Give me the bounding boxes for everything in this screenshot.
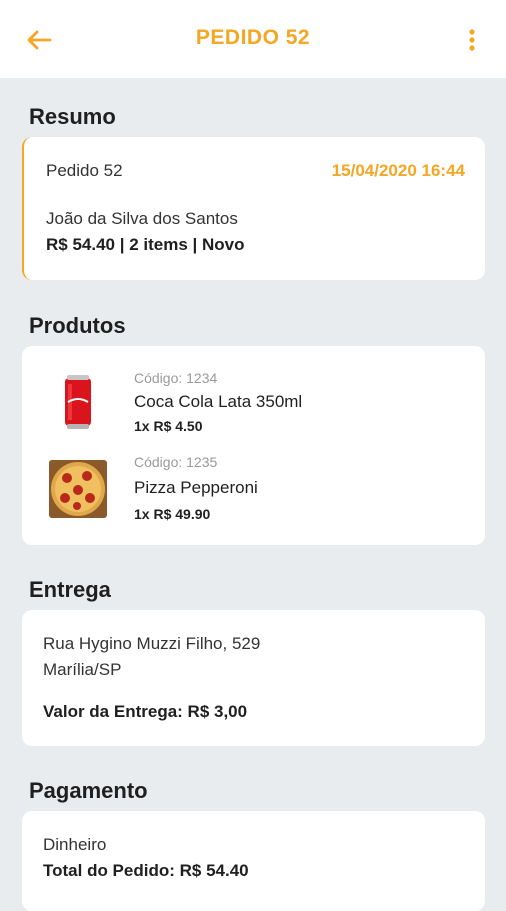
section-title-produtos: Produtos xyxy=(29,313,126,338)
product-code: Código: 1234 xyxy=(134,370,218,386)
section-title-resumo: Resumo xyxy=(29,104,116,129)
app-bar: PEDIDO 52 xyxy=(0,0,506,78)
order-total: Total do Pedido: R$ 54.40 xyxy=(43,861,249,880)
order-datetime: 15/04/2020 16:44 xyxy=(331,161,465,180)
section-title-pagamento: Pagamento xyxy=(29,778,148,803)
more-vertical-icon xyxy=(469,29,475,51)
summary-card[interactable]: Pedido 52 15/04/2020 16:44 João da Silva… xyxy=(22,137,485,280)
address-line-1: Rua Hygino Muzzi Filho, 529 xyxy=(43,634,261,653)
delivery-fee: Valor da Entrega: R$ 3,00 xyxy=(43,702,248,721)
payment-card[interactable]: Dinheiro Total do Pedido: R$ 54.40 xyxy=(22,811,485,911)
products-card: Código: 1234 Coca Cola Lata 350ml 1x R$ … xyxy=(22,346,485,545)
product-qty-price: 1x R$ 4.50 xyxy=(134,418,203,434)
order-summary: R$ 54.40 | 2 items | Novo xyxy=(46,235,245,254)
customer-name: João da Silva dos Santos xyxy=(46,209,238,228)
product-code: Código: 1235 xyxy=(134,454,218,470)
section-title-entrega: Entrega xyxy=(29,577,111,602)
soda-can-image xyxy=(65,375,91,429)
list-item[interactable]: Código: 1234 Coca Cola Lata 350ml 1x R$ … xyxy=(22,346,485,436)
pizza-image xyxy=(49,460,107,518)
address-line-2: Marília/SP xyxy=(43,660,122,679)
payment-method: Dinheiro xyxy=(43,835,107,854)
product-name: Pizza Pepperoni xyxy=(134,478,258,497)
product-name: Coca Cola Lata 350ml xyxy=(134,392,303,411)
page-title: PEDIDO 52 xyxy=(195,26,311,49)
list-item[interactable]: Código: 1235 Pizza Pepperoni 1x R$ 49.90 xyxy=(22,438,485,538)
more-options-button[interactable] xyxy=(462,24,482,56)
product-qty-price: 1x R$ 49.90 xyxy=(134,506,211,522)
delivery-card[interactable]: Rua Hygino Muzzi Filho, 529 Marília/SP V… xyxy=(22,610,485,746)
order-label: Pedido 52 xyxy=(46,161,123,180)
